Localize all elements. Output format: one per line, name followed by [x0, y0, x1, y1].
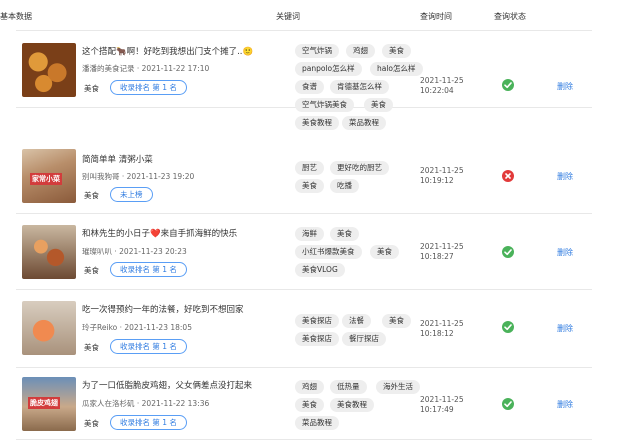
rank-button[interactable]: 未上榜	[110, 187, 153, 202]
query-clock: 10:17:49	[420, 405, 454, 414]
query-date: 2021-11-25	[420, 319, 464, 328]
keyword-tag: 海外生活	[376, 380, 420, 394]
author-date: 瓜家人在洛杉矶 · 2021-11-22 13:36	[82, 399, 210, 408]
table-row: 这个搭配🐂啊！好吃到我想出门支个摊了..🙂 潘潘的美食记录 · 2021-11-…	[16, 30, 592, 130]
keyword-tag: 小红书爆款美食	[295, 245, 362, 259]
video-thumbnail[interactable]	[22, 301, 76, 355]
category-label: 美食	[84, 266, 99, 275]
keyword-tag: 美食	[295, 179, 324, 193]
success-icon	[502, 79, 514, 91]
table-header: 基本数据 关键词 查询时间 查询状态	[0, 0, 640, 30]
table-row: 吃一次得预约一年的法餐，好吃到不想回家 玲子Reiko · 2021-11-23…	[16, 290, 592, 368]
video-title[interactable]: 和林先生的小日子❤️来自手抓海鲜的快乐	[82, 227, 237, 239]
keyword-tag: 低热量	[330, 380, 367, 394]
success-icon	[502, 321, 514, 333]
query-date: 2021-11-25	[420, 166, 464, 175]
delete-link[interactable]: 删除	[557, 323, 573, 334]
thumbnail-caption: 脆皮鸡翅	[28, 397, 60, 409]
category-label: 美食	[84, 84, 99, 93]
header-basic-data: 基本数据	[0, 12, 32, 21]
query-time: 2021-11-25 10:18:12	[420, 319, 464, 339]
query-clock: 10:22:04	[420, 86, 454, 95]
video-title[interactable]: 简简单单 清粥小菜	[82, 153, 153, 165]
author-date: 潘潘的美食记录 · 2021-11-22 17:10	[82, 64, 210, 73]
query-date: 2021-11-25	[420, 242, 464, 251]
query-time: 2021-11-25 10:18:27	[420, 242, 464, 262]
query-date: 2021-11-25	[420, 395, 464, 404]
keyword-tag: 美食	[330, 227, 359, 241]
query-clock: 10:19:12	[420, 176, 454, 185]
category-label: 美食	[84, 343, 99, 352]
keyword-tag: 美食教程	[295, 116, 339, 130]
table-row: 和林先生的小日子❤️来自手抓海鲜的快乐 璀璨叭叭 · 2021-11-23 20…	[16, 214, 592, 290]
keyword-tag: 鸡翅	[295, 380, 324, 394]
keyword-tag: 美食探店	[295, 332, 339, 346]
success-icon	[502, 398, 514, 410]
failed-icon	[502, 170, 514, 182]
keyword-tag: 美食	[382, 44, 411, 58]
keyword-tag: 美食	[295, 398, 324, 412]
rank-button[interactable]: 收录排名 第 1 名	[110, 339, 187, 354]
table-row: 脆皮鸡翅 为了一口低脂脆皮鸡翅，父女俩差点没打起来 瓜家人在洛杉矶 · 2021…	[16, 368, 592, 440]
keyword-tag: 空气炸锅	[295, 44, 339, 58]
keyword-tag: 美食教程	[330, 398, 374, 412]
keyword-tag: 肯德基怎么样	[330, 80, 389, 94]
keyword-tag: 美食VLOG	[295, 263, 345, 277]
keyword-tag: 法餐	[342, 314, 371, 328]
delete-link[interactable]: 删除	[557, 81, 573, 92]
video-title[interactable]: 这个搭配🐂啊！好吃到我想出门支个摊了..🙂	[82, 45, 253, 57]
keyword-tag: halo怎么样	[370, 62, 423, 76]
delete-link[interactable]: 删除	[557, 171, 573, 182]
keyword-tag: 菜品教程	[342, 116, 386, 130]
thumbnail-caption: 家常小菜	[30, 173, 62, 185]
author-date: 玲子Reiko · 2021-11-23 18:05	[82, 323, 192, 332]
keyword-tag: 美食	[364, 98, 393, 112]
query-time: 2021-11-25 10:19:12	[420, 166, 464, 186]
category-label: 美食	[84, 191, 99, 200]
header-keywords: 关键词	[276, 12, 300, 21]
keyword-tag: 海鲜	[295, 227, 324, 241]
delete-link[interactable]: 删除	[557, 399, 573, 410]
query-clock: 10:18:27	[420, 252, 454, 261]
keyword-tag: 吃播	[330, 179, 359, 193]
keyword-tag: 更好吃的厨艺	[330, 161, 389, 175]
video-title[interactable]: 为了一口低脂脆皮鸡翅，父女俩差点没打起来	[82, 379, 252, 391]
video-thumbnail[interactable]: 家常小菜	[22, 149, 76, 203]
query-time: 2021-11-25 10:22:04	[420, 76, 464, 96]
rank-button[interactable]: 收录排名 第 1 名	[110, 262, 187, 277]
keyword-tag: 美食	[382, 314, 411, 328]
query-clock: 10:18:12	[420, 329, 454, 338]
keyword-tag: 食谱	[295, 80, 324, 94]
keyword-tag: 美食	[370, 245, 399, 259]
rank-button[interactable]: 收录排名 第 1 名	[110, 415, 187, 430]
header-query-status: 查询状态	[494, 12, 526, 21]
keyword-tag: panpolo怎么样	[295, 62, 362, 76]
delete-link[interactable]: 删除	[557, 247, 573, 258]
table-row: 家常小菜 简简单单 清粥小菜 别叫我狗哥 · 2021-11-23 19:20 …	[16, 138, 592, 214]
video-thumbnail[interactable]	[22, 225, 76, 279]
keyword-tag: 鸡翅	[346, 44, 375, 58]
video-thumbnail[interactable]: 脆皮鸡翅	[22, 377, 76, 431]
author-date: 璀璨叭叭 · 2021-11-23 20:23	[82, 247, 187, 256]
category-label: 美食	[84, 419, 99, 428]
query-time: 2021-11-25 10:17:49	[420, 395, 464, 415]
keyword-tag: 美食探店	[295, 314, 339, 328]
keyword-tag: 厨艺	[295, 161, 324, 175]
video-title[interactable]: 吃一次得预约一年的法餐，好吃到不想回家	[82, 303, 244, 315]
query-date: 2021-11-25	[420, 76, 464, 85]
header-query-time: 查询时间	[420, 12, 452, 21]
success-icon	[502, 246, 514, 258]
keyword-tag: 餐厅探店	[342, 332, 386, 346]
rank-button[interactable]: 收录排名 第 1 名	[110, 80, 187, 95]
video-thumbnail[interactable]	[22, 43, 76, 97]
keyword-tag: 菜品教程	[295, 416, 339, 430]
keyword-tag: 空气炸锅美食	[295, 98, 354, 112]
author-date: 别叫我狗哥 · 2021-11-23 19:20	[82, 172, 195, 181]
